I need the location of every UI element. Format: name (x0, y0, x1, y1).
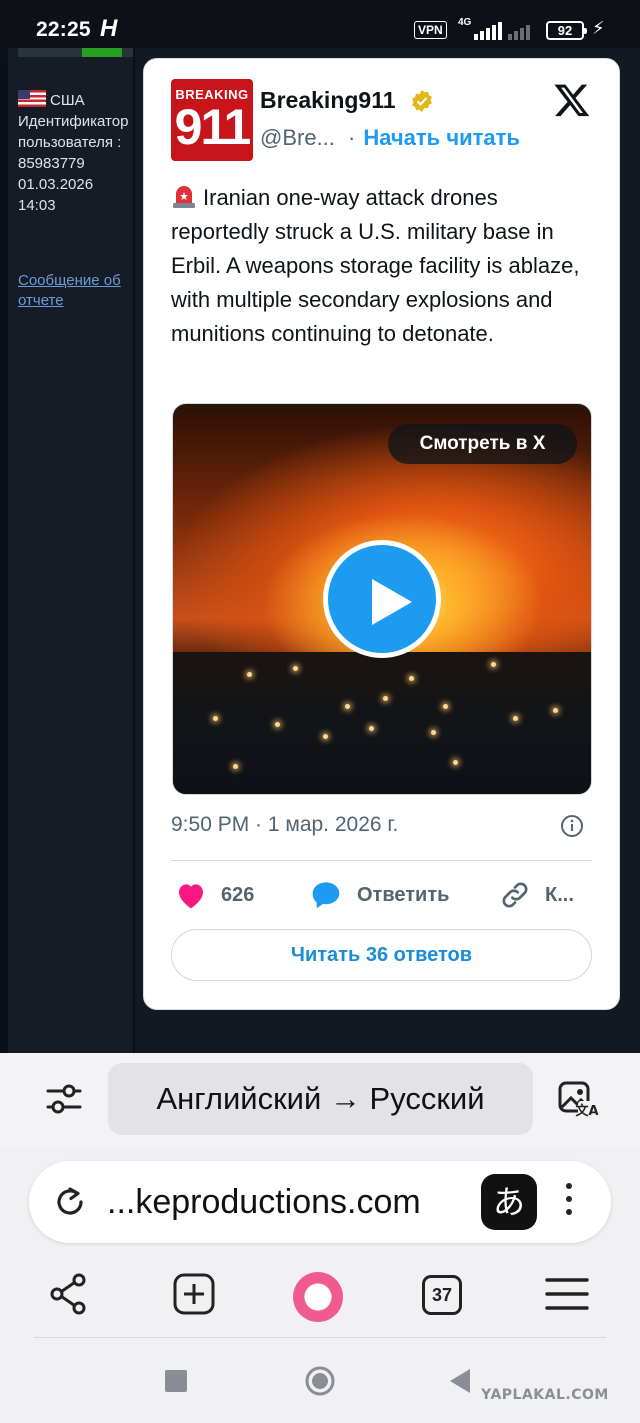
like-count: 626 (221, 883, 255, 906)
video-ground (173, 652, 591, 794)
alice-assistant-icon[interactable] (293, 1272, 343, 1322)
divider (34, 1337, 606, 1338)
translation-bar: Английский → Русский 文A (0, 1053, 640, 1149)
svg-text:文A: 文A (575, 1103, 598, 1119)
tweet-text: Iranian one-way attack drones reportedly… (171, 181, 591, 351)
post-date: 01.03.2026 (18, 176, 94, 193)
display-name[interactable]: Breaking911 (260, 87, 396, 114)
charging-icon: ⚡ (592, 18, 605, 38)
post-time: 14:03 (18, 197, 56, 214)
translate-page-button[interactable]: あ (481, 1174, 537, 1230)
signal-2-icon (508, 20, 530, 40)
user-info: США Идентификатор пользователя : 8598377… (18, 90, 133, 216)
copy-link-button[interactable]: К... (499, 877, 574, 913)
kebab-menu-icon[interactable] (561, 1183, 577, 1223)
user-sidebar: США Идентификатор пользователя : 8598377… (8, 48, 133, 1053)
tweet-embed[interactable]: BREAKING 911 Breaking911 @Bre... · Начать… (143, 58, 620, 1010)
user-id: Идентификатор пользователя : 85983779 (18, 113, 129, 172)
image-translate-icon[interactable]: 文A (556, 1079, 598, 1121)
reply-bubble-icon (312, 882, 340, 909)
reply-button[interactable]: Ответить (309, 877, 449, 913)
reload-icon[interactable] (51, 1183, 89, 1221)
report-link[interactable]: Сообщение об отчете (18, 271, 133, 311)
avatar-logo-number: 911 (174, 99, 252, 155)
divider (171, 860, 592, 861)
filter-sliders-icon[interactable] (44, 1079, 84, 1119)
like-button[interactable]: 626 (175, 877, 254, 913)
tweet-body: Iranian one-way attack drones reportedly… (171, 185, 580, 346)
notification-h-icon: H (100, 15, 118, 42)
play-icon[interactable] (323, 540, 441, 658)
reply-label: Ответить (357, 883, 450, 906)
separator: · (348, 125, 356, 150)
siren-icon (171, 184, 197, 208)
square-icon[interactable] (164, 1369, 188, 1393)
network-type: 4G (458, 17, 472, 28)
tab-count-button[interactable]: 37 (422, 1275, 462, 1315)
watermark: YAPLAKAL.COM (481, 1387, 609, 1403)
info-icon[interactable] (560, 814, 584, 838)
x-logo-icon[interactable] (553, 81, 591, 119)
handle[interactable]: @Bre... (260, 125, 335, 151)
avatar[interactable]: BREAKING 911 (171, 79, 253, 161)
vpn-indicator: VPN (414, 21, 447, 39)
watch-on-x-button[interactable]: Смотреть в X (388, 424, 577, 464)
signal-icon (474, 20, 502, 40)
copy-label: К... (545, 883, 574, 906)
translation-language-pair[interactable]: Английский → Русский (108, 1063, 533, 1135)
us-flag-icon (18, 90, 46, 107)
read-replies-button[interactable]: Читать 36 ответов (171, 929, 592, 981)
verified-badge-icon (412, 90, 432, 112)
rating-bar (18, 48, 133, 57)
link-icon (502, 882, 528, 908)
follow-row: · Начать читать (348, 125, 520, 151)
user-country: США (50, 92, 85, 109)
url-text[interactable]: ...keproductions.com (107, 1179, 485, 1225)
video-thumbnail[interactable]: Смотреть в X (172, 403, 592, 795)
menu-icon[interactable] (544, 1271, 590, 1317)
tweet-timestamp[interactable]: 9:50 PM · 1 мар. 2026 г. (171, 813, 398, 837)
battery-icon: 92 (546, 21, 587, 40)
address-bar[interactable]: ...keproductions.com あ (29, 1161, 611, 1243)
share-icon[interactable] (46, 1271, 92, 1317)
column-divider (133, 48, 135, 1053)
circle-icon[interactable] (304, 1365, 336, 1397)
heart-icon (179, 884, 203, 909)
status-time: 22:25 (36, 18, 91, 41)
new-tab-icon[interactable] (171, 1271, 217, 1317)
follow-button[interactable]: Начать читать (363, 125, 520, 150)
